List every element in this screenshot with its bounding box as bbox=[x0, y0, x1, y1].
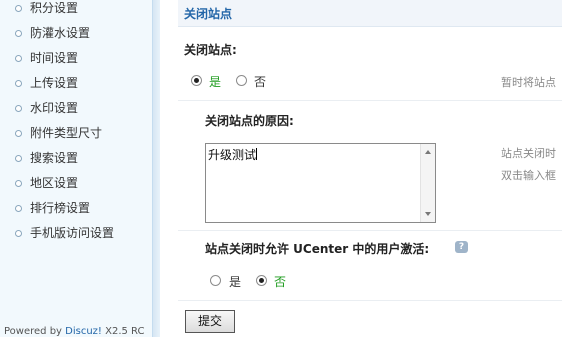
powered-prefix: Powered by bbox=[4, 326, 66, 337]
sidebar-item-ranking[interactable]: 排行榜设置 bbox=[0, 196, 152, 221]
sidebar-item-label: 水印设置 bbox=[30, 101, 79, 115]
sidebar-item-attachment-types[interactable]: 附件类型尺寸 bbox=[0, 121, 152, 146]
main-content: 关闭站点 关闭站点: 是 否 暂时将站点 关闭站点的原因: 升级测试 站点关闭时… bbox=[160, 0, 562, 337]
sidebar-item-label: 手机版访问设置 bbox=[30, 226, 115, 240]
ucenter-no-radio[interactable] bbox=[256, 275, 267, 286]
close-site-no-label[interactable]: 否 bbox=[254, 73, 266, 90]
ucenter-no-label[interactable]: 否 bbox=[274, 273, 286, 290]
divider bbox=[178, 100, 562, 101]
sidebar-item-watermark[interactable]: 水印设置 bbox=[0, 96, 152, 121]
textarea-scrollbar[interactable] bbox=[420, 144, 435, 222]
sidebar-item-label: 排行榜设置 bbox=[30, 201, 91, 215]
divider bbox=[178, 300, 562, 301]
sidebar-item-antiflood[interactable]: 防灌水设置 bbox=[0, 21, 152, 46]
bullet-icon bbox=[15, 205, 22, 212]
close-site-no-radio[interactable] bbox=[236, 75, 247, 86]
close-reason-hint-line1: 站点关闭时 bbox=[501, 147, 556, 160]
divider bbox=[178, 230, 562, 231]
bullet-icon bbox=[15, 80, 22, 87]
sidebar-item-upload[interactable]: 上传设置 bbox=[0, 71, 152, 96]
ucenter-activation-label: 站点关闭时允许 UCenter 中的用户激活: bbox=[205, 242, 430, 256]
close-site-yes-label[interactable]: 是 bbox=[209, 73, 221, 90]
bullet-icon bbox=[15, 55, 22, 62]
bullet-icon bbox=[15, 105, 22, 112]
sidebar: 积分设置 防灌水设置 时间设置 上传设置 水印设置 附件类型尺寸 搜索设置 地区… bbox=[0, 0, 152, 337]
close-reason-label: 关闭站点的原因: bbox=[205, 114, 294, 128]
sidebar-item-label: 防灌水设置 bbox=[30, 26, 91, 40]
sidebar-item-label: 积分设置 bbox=[30, 1, 79, 15]
bullet-icon bbox=[15, 180, 22, 187]
close-reason-hint-line2: 双击输入框 bbox=[501, 169, 556, 182]
sidebar-item-label: 附件类型尺寸 bbox=[30, 126, 103, 140]
sidebar-item-mobile-access[interactable]: 手机版访问设置 bbox=[0, 221, 152, 246]
close-reason-textarea[interactable]: 升级测试 bbox=[205, 143, 436, 223]
close-reason-value: 升级测试 bbox=[208, 146, 258, 163]
sidebar-item-search[interactable]: 搜索设置 bbox=[0, 146, 152, 171]
close-site-label: 关闭站点: bbox=[184, 43, 237, 57]
help-icon[interactable]: ? bbox=[455, 241, 468, 253]
powered-version: X2.5 RC bbox=[101, 326, 145, 337]
scroll-down-icon[interactable] bbox=[425, 212, 431, 216]
close-reason-text: 升级测试 bbox=[208, 148, 257, 162]
sidebar-item-region[interactable]: 地区设置 bbox=[0, 171, 152, 196]
scroll-up-icon[interactable] bbox=[425, 150, 431, 154]
submit-button[interactable]: 提交 bbox=[185, 310, 235, 333]
ucenter-yes-label[interactable]: 是 bbox=[229, 273, 241, 290]
sidebar-menu: 积分设置 防灌水设置 时间设置 上传设置 水印设置 附件类型尺寸 搜索设置 地区… bbox=[0, 0, 152, 246]
sidebar-item-credits[interactable]: 积分设置 bbox=[0, 0, 152, 21]
bullet-icon bbox=[15, 230, 22, 237]
bullet-icon bbox=[15, 30, 22, 37]
bullet-icon bbox=[15, 155, 22, 162]
section-header: 关闭站点 bbox=[178, 0, 562, 27]
sidebar-divider bbox=[152, 0, 160, 337]
sidebar-item-label: 搜索设置 bbox=[30, 151, 79, 165]
powered-brand-link[interactable]: Discuz! bbox=[65, 326, 102, 337]
bullet-icon bbox=[15, 5, 22, 12]
close-site-yes-radio[interactable] bbox=[191, 75, 202, 86]
section-title: 关闭站点 bbox=[184, 7, 233, 21]
powered-by: Powered by Discuz! X2.5 RC bbox=[4, 326, 144, 337]
ucenter-yes-radio[interactable] bbox=[210, 275, 221, 286]
sidebar-item-label: 地区设置 bbox=[30, 176, 79, 190]
text-caret bbox=[256, 148, 258, 160]
sidebar-item-label: 上传设置 bbox=[30, 76, 79, 90]
close-site-hint: 暂时将站点 bbox=[501, 76, 556, 89]
sidebar-item-label: 时间设置 bbox=[30, 51, 79, 65]
sidebar-item-time[interactable]: 时间设置 bbox=[0, 46, 152, 71]
bullet-icon bbox=[15, 130, 22, 137]
